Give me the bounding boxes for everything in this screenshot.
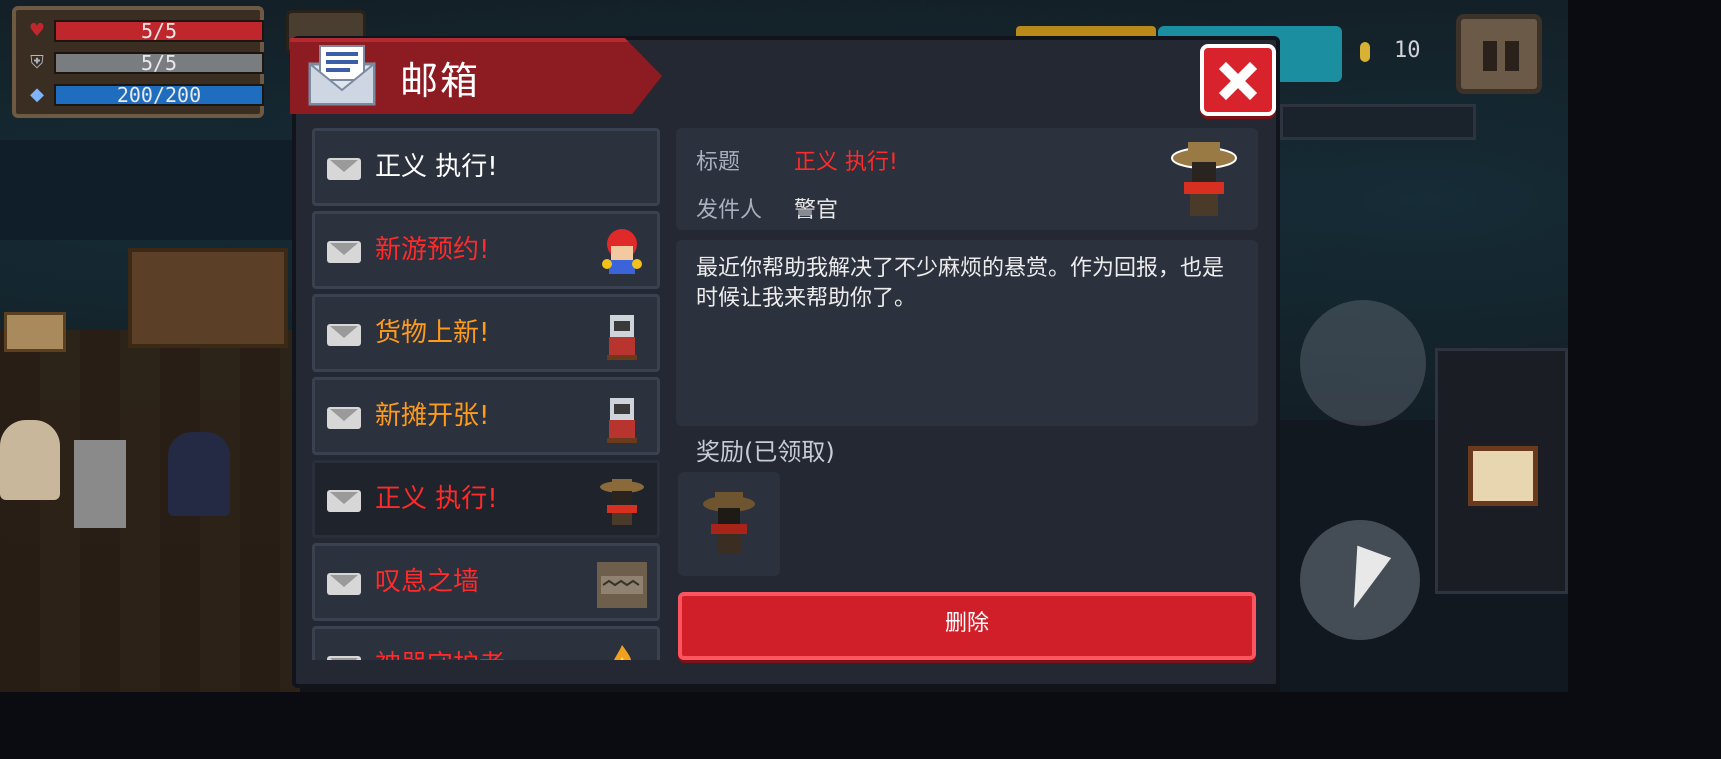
- weapon-swap-button[interactable]: [1300, 300, 1426, 426]
- list-item[interactable]: 正义 执行!: [312, 460, 660, 538]
- sheriff-icon: [600, 479, 644, 525]
- message-subject: 货物上新!: [375, 318, 490, 348]
- energy-gem-icon: ◆: [30, 84, 44, 105]
- wall-painting: [1468, 446, 1538, 506]
- list-item[interactable]: 正义 执行!: [312, 128, 660, 206]
- background-wall-right: [1280, 104, 1476, 140]
- message-subject: 叹息之墙: [375, 567, 480, 597]
- message-subject: 新游预约!: [375, 235, 490, 265]
- robot-npc: [74, 440, 126, 528]
- delete-button[interactable]: 删除: [678, 592, 1256, 660]
- subject-value: 正义 执行!: [794, 150, 898, 175]
- sender-value: 警官: [794, 198, 839, 223]
- envelope-icon: [327, 407, 361, 429]
- mail-icon: [308, 45, 376, 106]
- flame-icon: [614, 645, 632, 660]
- shield-icon: ⛨: [30, 52, 44, 73]
- pause-button[interactable]: [1456, 14, 1542, 94]
- message-subject: 新摊开张!: [375, 401, 490, 431]
- health-bar: 5/5: [54, 20, 264, 42]
- message-subject: 正义 执行!: [375, 152, 498, 182]
- list-item[interactable]: 神器守护者: [312, 626, 660, 660]
- skill-button[interactable]: [1300, 520, 1420, 640]
- envelope-icon: [327, 573, 361, 595]
- background-floor: [0, 330, 300, 692]
- close-button[interactable]: [1200, 44, 1276, 116]
- brick-wall-icon: [597, 562, 647, 608]
- background-wall: [0, 140, 300, 240]
- list-item[interactable]: 货物上新!: [312, 294, 660, 372]
- dialog-title: 邮箱: [400, 59, 481, 103]
- player-stats-panel: ♥ 5/5 ⛨ 5/5 ◆ 200/200: [12, 6, 264, 118]
- envelope-icon: [327, 241, 361, 263]
- cat-merchant-icon: [607, 315, 637, 360]
- sheriff-reward-icon: [703, 492, 755, 554]
- heart-icon: ♥: [28, 20, 46, 41]
- priestess-npc: [0, 420, 60, 500]
- message-subject: 神器守护者: [375, 647, 505, 660]
- envelope-icon: [327, 656, 361, 660]
- coin-count: 10: [1394, 38, 1421, 63]
- message-body-text: 最近你帮助我解决了不少麻烦的悬赏。作为回报，也是时候让我来帮助你了。: [696, 256, 1225, 311]
- message-body: 最近你帮助我解决了不少麻烦的悬赏。作为回报，也是时候让我来帮助你了。: [676, 240, 1258, 426]
- message-list[interactable]: 正义 执行! 新游预约! 货物上新! 新摊开张! 正义 执行! 叹息之墙: [312, 128, 662, 660]
- horned-npc: [168, 432, 230, 516]
- bulletin-board: [128, 248, 288, 348]
- list-item[interactable]: 新摊开张!: [312, 377, 660, 455]
- message-subject: 正义 执行!: [375, 484, 498, 514]
- sender-label: 发件人: [696, 198, 763, 223]
- reward-label: 奖励(已领取): [696, 438, 835, 466]
- armor-bar: 5/5: [54, 52, 264, 74]
- subject-label: 标题: [696, 150, 741, 175]
- reward-slot[interactable]: [678, 472, 780, 576]
- coin-icon: [1360, 42, 1370, 62]
- energy-stat: ◆ 200/200: [24, 82, 264, 108]
- envelope-icon: [327, 324, 361, 346]
- health-stat: ♥ 5/5: [24, 18, 264, 44]
- sheriff-portrait: [1171, 142, 1237, 216]
- envelope-icon: [327, 490, 361, 512]
- wooden-sign: [4, 312, 66, 352]
- energy-bar: 200/200: [54, 84, 264, 106]
- list-item[interactable]: 新游预约!: [312, 211, 660, 289]
- red-cap-kid-icon: [602, 229, 642, 274]
- armor-stat: ⛨ 5/5: [24, 50, 264, 76]
- list-item[interactable]: 叹息之墙: [312, 543, 660, 621]
- cat-merchant-icon: [607, 398, 637, 443]
- envelope-icon: [327, 158, 361, 180]
